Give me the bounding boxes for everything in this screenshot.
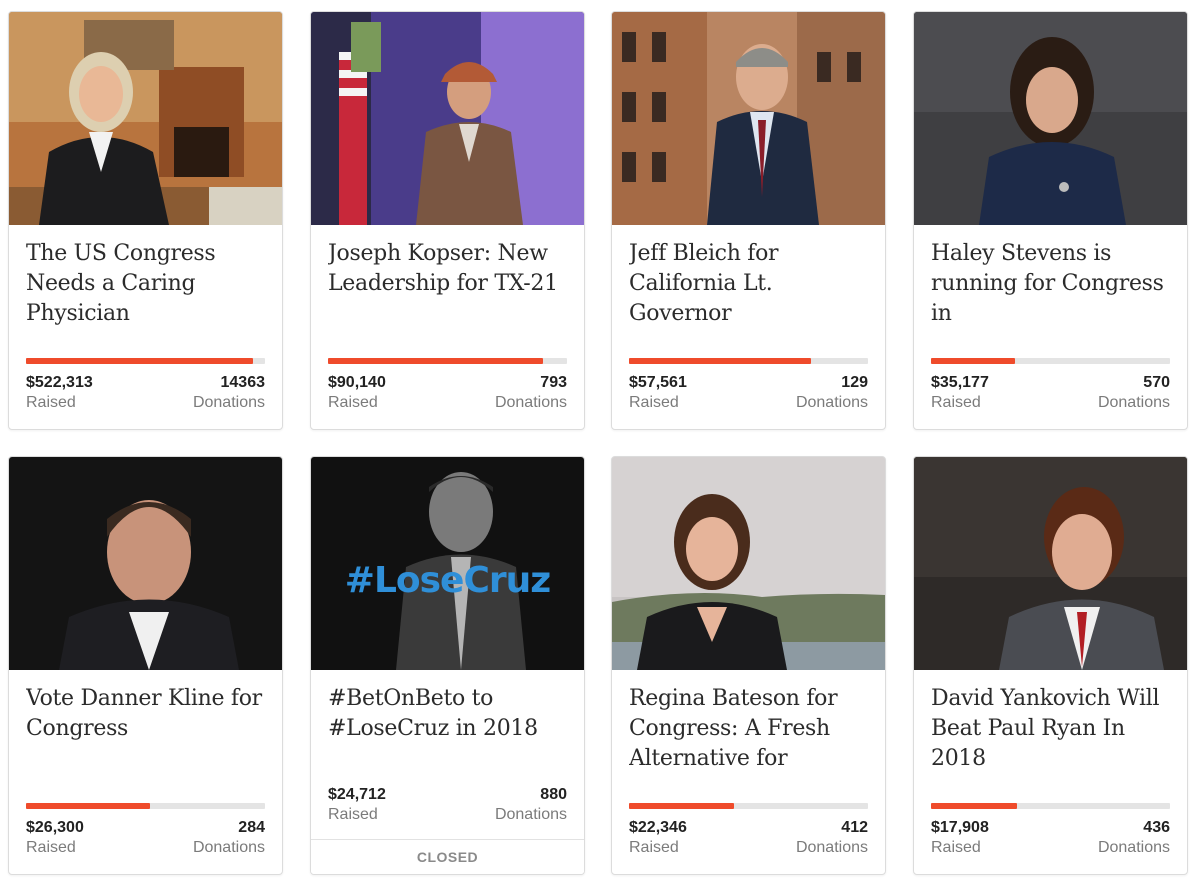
progress-fill	[931, 358, 1015, 364]
campaign-photo[interactable]	[311, 12, 584, 225]
campaign-card[interactable]: Vote Danner Kline for Congress $26,300 R…	[8, 456, 283, 875]
progress-bar	[629, 358, 868, 364]
campaign-title[interactable]: Joseph Kopser: New Leadership for TX-21	[328, 239, 567, 329]
donation-count: 570	[1143, 374, 1170, 391]
campaign-card[interactable]: Joseph Kopser: New Leadership for TX-21 …	[310, 11, 585, 430]
campaign-card[interactable]: Regina Bateson for Congress: A Fresh Alt…	[611, 456, 886, 875]
progress-bar	[328, 358, 567, 364]
campaign-title[interactable]: Vote Danner Kline for Congress	[26, 684, 265, 774]
donation-count: 14363	[220, 374, 266, 391]
raised-label: Raised	[26, 839, 76, 856]
campaign-title[interactable]: Regina Bateson for Congress: A Fresh Alt…	[629, 684, 868, 774]
campaign-stats: $522,313 Raised 14363 Donations	[26, 373, 265, 413]
campaign-card[interactable]: David Yankovich Will Beat Paul Ryan In 2…	[913, 456, 1188, 875]
progress-fill	[629, 358, 811, 364]
progress-bar	[629, 803, 868, 809]
donation-count: 880	[540, 786, 567, 803]
campaign-photo[interactable]: #LoseCruz	[311, 457, 584, 670]
campaign-stats: $90,140 Raised 793 Donations	[328, 373, 567, 413]
campaign-photo[interactable]	[914, 457, 1187, 670]
donations-label: Donations	[1097, 394, 1170, 411]
amount-raised: $57,561	[629, 374, 687, 391]
campaign-title[interactable]: David Yankovich Will Beat Paul Ryan In 2…	[931, 684, 1170, 774]
raised-label: Raised	[328, 806, 378, 823]
campaign-title[interactable]: #BetOnBeto to #LoseCruz in 2018	[328, 684, 567, 774]
progress-bar	[26, 803, 265, 809]
progress-bar	[931, 803, 1170, 809]
donations-label: Donations	[795, 839, 868, 856]
progress-fill	[629, 803, 735, 809]
donation-count: 436	[1143, 819, 1170, 836]
donations-label: Donations	[795, 394, 868, 411]
donation-count: 284	[238, 819, 265, 836]
closed-status-bar: CLOSED	[311, 839, 584, 874]
campaign-title[interactable]: Haley Stevens is running for Congress in	[931, 239, 1170, 329]
campaign-photo[interactable]	[612, 12, 885, 225]
raised-label: Raised	[629, 394, 679, 411]
campaign-photo[interactable]	[9, 457, 282, 670]
progress-fill	[328, 358, 544, 364]
amount-raised: $26,300	[26, 819, 84, 836]
campaign-card[interactable]: The US Congress Needs a Caring Physician…	[8, 11, 283, 430]
progress-bar	[931, 358, 1170, 364]
amount-raised: $522,313	[26, 374, 93, 391]
donations-label: Donations	[494, 394, 567, 411]
donation-count: 129	[841, 374, 868, 391]
campaign-grid: The US Congress Needs a Caring Physician…	[0, 0, 1200, 891]
campaign-stats: $22,346 Raised 412 Donations	[629, 818, 868, 858]
donations-label: Donations	[192, 839, 265, 856]
raised-label: Raised	[629, 839, 679, 856]
progress-bar	[26, 358, 265, 364]
progress-fill	[26, 358, 254, 364]
donations-label: Donations	[1097, 839, 1170, 856]
progress-fill	[931, 803, 1018, 809]
campaign-title[interactable]: The US Congress Needs a Caring Physician	[26, 239, 265, 329]
campaign-photo[interactable]	[914, 12, 1187, 225]
donations-label: Donations	[494, 806, 567, 823]
amount-raised: $24,712	[328, 786, 386, 803]
raised-label: Raised	[26, 394, 76, 411]
amount-raised: $22,346	[629, 819, 687, 836]
amount-raised: $35,177	[931, 374, 989, 391]
progress-fill	[26, 803, 151, 809]
campaign-photo[interactable]	[9, 12, 282, 225]
raised-label: Raised	[931, 394, 981, 411]
amount-raised: $90,140	[328, 374, 386, 391]
raised-label: Raised	[328, 394, 378, 411]
campaign-stats: $17,908 Raised 436 Donations	[931, 818, 1170, 858]
campaign-title[interactable]: Jeff Bleich for California Lt. Governor	[629, 239, 868, 329]
raised-label: Raised	[931, 839, 981, 856]
image-caption: #LoseCruz	[344, 560, 551, 601]
campaign-card[interactable]: Haley Stevens is running for Congress in…	[913, 11, 1188, 430]
donation-count: 793	[540, 374, 567, 391]
amount-raised: $17,908	[931, 819, 989, 836]
campaign-stats: $57,561 Raised 129 Donations	[629, 373, 868, 413]
campaign-stats: $24,712 Raised 880 Donations	[328, 785, 567, 825]
donation-count: 412	[841, 819, 868, 836]
campaign-stats: $26,300 Raised 284 Donations	[26, 818, 265, 858]
campaign-photo[interactable]	[612, 457, 885, 670]
campaign-card[interactable]: #LoseCruz #BetOnBeto to #LoseCruz in 201…	[310, 456, 585, 875]
campaign-stats: $35,177 Raised 570 Donations	[931, 373, 1170, 413]
donations-label: Donations	[192, 394, 265, 411]
campaign-card[interactable]: Jeff Bleich for California Lt. Governor …	[611, 11, 886, 430]
